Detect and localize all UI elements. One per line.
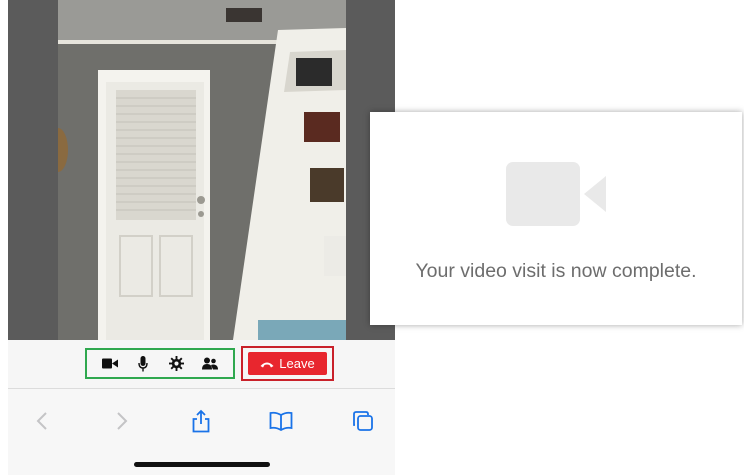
forward-chevron-icon[interactable]: [108, 407, 136, 435]
video-feed: [8, 0, 395, 340]
visit-complete-card: Your video visit is now complete.: [370, 112, 742, 325]
home-indicator: [134, 462, 270, 467]
phone-screen: Leave: [8, 0, 395, 475]
video-camera-icon: [506, 162, 610, 226]
remote-video-frame: [58, 0, 346, 340]
gear-icon[interactable]: [167, 354, 187, 374]
room-video-image: [58, 0, 346, 340]
leave-label: Leave: [279, 356, 315, 371]
browser-toolbar: [8, 389, 395, 475]
tabs-icon[interactable]: [349, 407, 377, 435]
microphone-icon[interactable]: [133, 354, 153, 374]
video-camera-icon[interactable]: [100, 354, 120, 374]
leave-highlight-box: Leave: [241, 346, 334, 381]
bookmarks-icon[interactable]: [267, 407, 295, 435]
leave-button[interactable]: Leave: [248, 352, 327, 375]
hang-up-phone-icon: [260, 356, 274, 371]
people-icon[interactable]: [200, 354, 220, 374]
back-chevron-icon[interactable]: [28, 407, 56, 435]
visit-complete-message: Your video visit is now complete.: [415, 260, 697, 282]
call-controls-bar: Leave: [8, 340, 395, 389]
share-icon[interactable]: [187, 407, 215, 435]
media-controls-group: [85, 348, 235, 379]
